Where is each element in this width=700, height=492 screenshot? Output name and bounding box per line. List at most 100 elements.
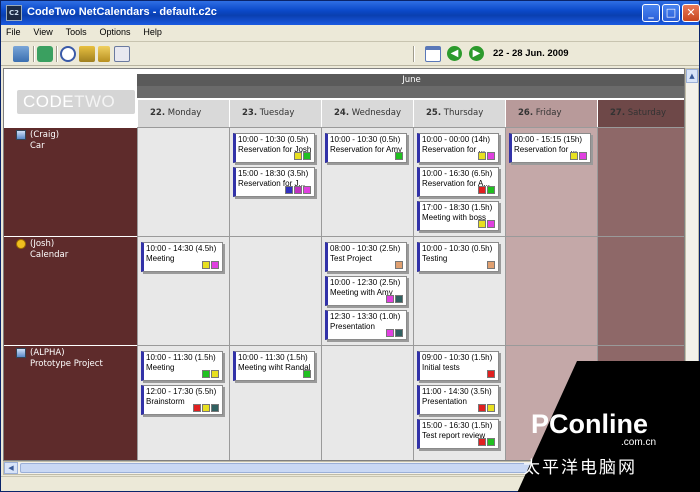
day-header-monday[interactable]: 22. Monday	[137, 100, 229, 127]
window-title: CodeTwo NetCalendars - default.c2c	[27, 6, 217, 18]
event-time: 15:00 - 18:30 (3.5h)	[238, 169, 309, 178]
event-item[interactable]: 08:00 - 10:30 (2.5h) Test Project	[325, 242, 407, 272]
event-item[interactable]: 09:00 - 10:30 (1.5h) Initial tests	[417, 351, 499, 381]
event-time: 09:00 - 10:30 (1.5h)	[422, 353, 493, 362]
event-item[interactable]: 10:00 - 14:30 (4.5h) Meeting	[141, 242, 223, 272]
menu-help[interactable]: Help	[138, 25, 167, 37]
category-swatch	[303, 370, 311, 378]
app-window: C2 CodeTwo NetCalendars - default.c2c _ …	[0, 0, 700, 492]
event-time: 10:00 - 11:30 (1.5h)	[146, 353, 216, 362]
category-swatch	[211, 370, 219, 378]
resource-label[interactable]: (Josh) Calendar	[4, 236, 137, 345]
event-item[interactable]: 15:00 - 18:30 (3.5h) Reservation for J...	[233, 167, 315, 197]
event-time: 15:00 - 16:30 (1.5h)	[422, 421, 493, 430]
category-swatch	[570, 152, 578, 160]
toolbar-separator	[56, 46, 58, 62]
day-header-saturday[interactable]: 27. Saturday	[597, 100, 684, 127]
watermark-cn: 太平洋电脑网	[523, 458, 637, 478]
category-swatch	[487, 220, 495, 228]
day-cell[interactable]	[321, 345, 413, 460]
category-swatch	[193, 404, 201, 412]
category-swatch	[478, 152, 486, 160]
month-strip	[137, 86, 684, 98]
day-cell[interactable]	[505, 236, 597, 345]
event-title: Meeting wiht Randal	[238, 363, 311, 372]
day-cell[interactable]	[229, 236, 321, 345]
event-title: Initial tests	[422, 363, 460, 372]
menu-file[interactable]: File	[1, 25, 26, 37]
event-item[interactable]: 10:00 - 12:30 (2.5h) Meeting with Amy	[325, 276, 407, 306]
event-title: Reservation for Amy	[330, 145, 403, 154]
person-icon	[16, 348, 26, 358]
event-item[interactable]: 00:00 - 15:15 (15h) Reservation for ...	[509, 133, 591, 163]
day-header-wednesday[interactable]: 24. Wednesday	[321, 100, 413, 127]
title-bar[interactable]: C2 CodeTwo NetCalendars - default.c2c _ …	[1, 1, 700, 25]
previous-week-button[interactable]: ◀	[447, 46, 462, 61]
day-name: Monday	[167, 108, 202, 118]
event-time: 11:00 - 14:30 (3.5h)	[422, 387, 492, 396]
lock-icon[interactable]	[98, 46, 110, 62]
day-cell[interactable]	[137, 127, 229, 236]
day-header-thursday[interactable]: 25. Thursday	[413, 100, 505, 127]
event-item[interactable]: 10:00 - 10:30 (0.5h) Reservation for Josh	[233, 133, 315, 163]
day-number: 22.	[150, 108, 166, 118]
day-header-friday[interactable]: 26. Friday	[505, 100, 597, 127]
day-cell[interactable]	[597, 127, 684, 236]
event-item[interactable]: 10:00 - 16:30 (6.5h) Reservation for A...	[417, 167, 499, 197]
event-item[interactable]: 10:00 - 00:00 (14h) Reservation for ...	[417, 133, 499, 163]
category-swatch	[395, 329, 403, 337]
event-item[interactable]: 11:00 - 14:30 (3.5h) Presentation	[417, 385, 499, 415]
day-number: 26.	[518, 108, 534, 118]
day-number: 25.	[426, 108, 442, 118]
watermark-domain: .com.cn	[621, 437, 656, 448]
day-name: Tuesday	[259, 108, 295, 118]
event-time: 10:00 - 12:30 (2.5h)	[330, 278, 401, 287]
day-number: 27.	[610, 108, 626, 118]
category-swatch	[211, 404, 219, 412]
menu-options[interactable]: Options	[95, 25, 136, 37]
logo-cell: CODETWO	[4, 69, 137, 127]
event-time: 10:00 - 10:30 (0.5h)	[422, 244, 493, 253]
scroll-left-icon[interactable]: ◀	[4, 462, 18, 474]
category-swatch	[285, 186, 293, 194]
event-item[interactable]: 17:00 - 18:30 (1.5h) Meeting with boss	[417, 201, 499, 231]
month-header: June	[137, 74, 684, 86]
event-time: 08:00 - 10:30 (2.5h)	[330, 244, 401, 253]
day-name: Wednesday	[351, 108, 401, 118]
event-item[interactable]: 12:30 - 13:30 (1.0h) Presentation	[325, 310, 407, 340]
scroll-up-icon[interactable]: ▲	[686, 69, 698, 83]
event-item[interactable]: 10:00 - 11:30 (1.5h) Meeting wiht Randal	[233, 351, 315, 381]
users-icon[interactable]	[79, 46, 95, 62]
category-swatch	[487, 186, 495, 194]
event-item[interactable]: 10:00 - 10:30 (0.5h) Reservation for Amy	[325, 133, 407, 163]
category-swatch	[478, 404, 486, 412]
next-week-button[interactable]: ▶	[469, 46, 484, 61]
event-item[interactable]: 12:00 - 17:30 (5.5h) Brainstorm	[141, 385, 223, 415]
category-swatch	[478, 438, 486, 446]
refresh-icon[interactable]	[37, 46, 53, 62]
maximize-button[interactable]: □	[662, 4, 680, 22]
category-swatch	[202, 261, 210, 269]
menu-tools[interactable]: Tools	[61, 25, 92, 37]
day-number: 23.	[242, 108, 258, 118]
event-time: 12:30 - 13:30 (1.0h)	[330, 312, 401, 321]
event-item[interactable]: 10:00 - 10:30 (0.5h) Testing	[417, 242, 499, 272]
minimize-button[interactable]: _	[642, 4, 660, 22]
close-button[interactable]: ✕	[682, 4, 700, 22]
resource-label[interactable]: (ALPHA) Prototype Project	[4, 345, 137, 460]
category-swatch	[303, 152, 311, 160]
resource-label[interactable]: (Craig) Car	[4, 127, 137, 236]
event-time: 10:00 - 11:30 (1.5h)	[238, 353, 308, 362]
resources-icon[interactable]	[13, 46, 29, 62]
codetwo-logo: CODETWO	[17, 90, 135, 114]
event-time: 10:00 - 10:30 (0.5h)	[330, 135, 401, 144]
day-cell[interactable]	[597, 236, 684, 345]
event-item[interactable]: 15:00 - 16:30 (1.5h) Test report review	[417, 419, 499, 449]
list-icon[interactable]	[114, 46, 130, 62]
menu-view[interactable]: View	[28, 25, 57, 37]
day-header-tuesday[interactable]: 23. Tuesday	[229, 100, 321, 127]
calendar-icon[interactable]	[425, 46, 441, 62]
clock-icon[interactable]	[60, 46, 76, 62]
category-swatch	[478, 186, 486, 194]
event-item[interactable]: 10:00 - 11:30 (1.5h) Meeting	[141, 351, 223, 381]
